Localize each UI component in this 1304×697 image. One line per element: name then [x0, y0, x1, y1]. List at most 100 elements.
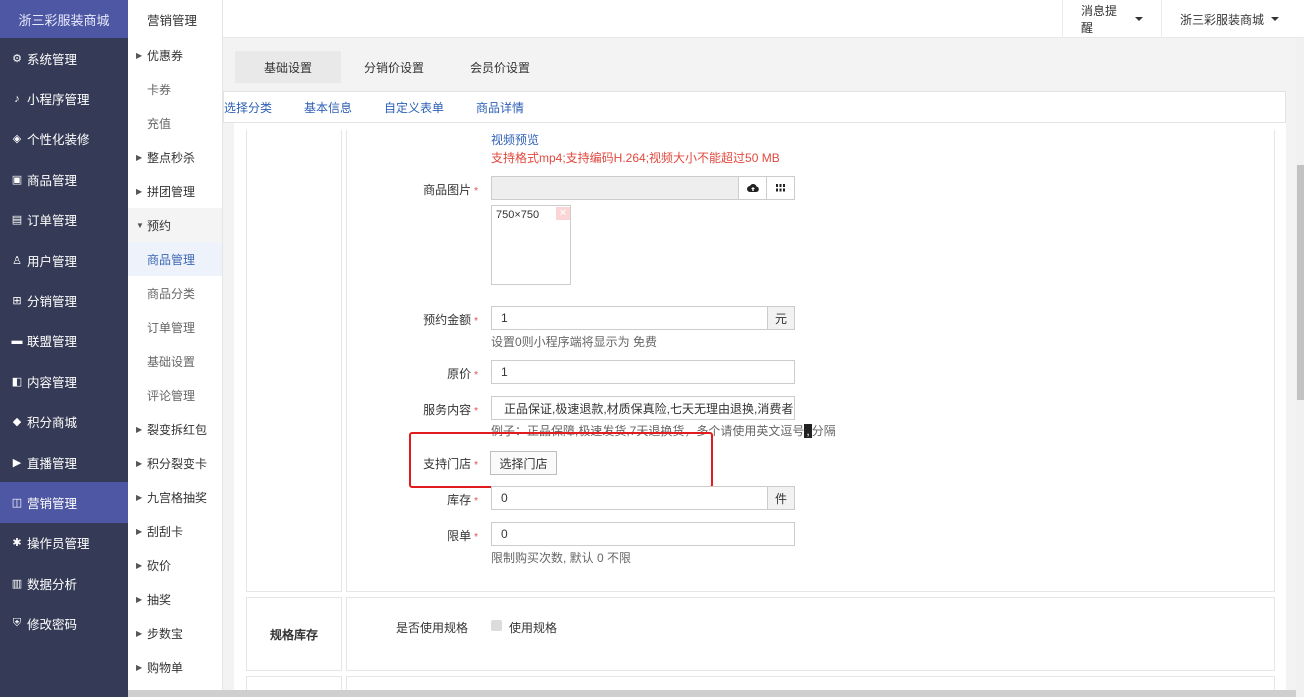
sub-sidebar-item-12[interactable]: ▶ 积分裂变卡 [128, 446, 222, 480]
main-sidebar: 浙三彩服装商城 ⚙ 系统管理 ♪ 小程序管理 ◈ 个性化装修 ▣ 商品管理 ▤ 订单管理 ♙ 用户管理… [0, 0, 128, 697]
caret-right-icon: ▶ [136, 492, 143, 502]
sidebar-item-7[interactable]: ▬ 联盟管理 [0, 321, 128, 361]
goods-images-input[interactable] [491, 176, 739, 200]
sub-sidebar-item-17[interactable]: ▶ 步数宝 [128, 616, 222, 650]
sub-sidebar-item-7[interactable]: 商品分类 [128, 276, 222, 310]
sub-sidebar-item-4[interactable]: ▶ 拼团管理 [128, 174, 222, 208]
sidebar-item-label: 数据分析 [27, 577, 78, 592]
sub-sidebar-item-9[interactable]: 基础设置 [128, 344, 222, 378]
sub-sidebar-item-15[interactable]: ▶ 砍价 [128, 548, 222, 582]
sidebar-item-4[interactable]: ▤ 订单管理 [0, 200, 128, 240]
sub-sidebar-menu: ▶ 优惠券 卡券 充值 ▶ 整点秒杀 ▶ 拼团管理 ▼ 预约 商品管理 商品分类 订单管理 基础设置 评论管… [128, 38, 222, 684]
shop-dropdown[interactable]: 浙三彩服装商城 [1161, 0, 1304, 38]
sub-sidebar-item-label: 裂变拆红包 [147, 422, 208, 437]
sub-sidebar-item-label: 整点秒杀 [147, 150, 196, 165]
deposit-input[interactable]: 1 [491, 306, 768, 330]
stock-input[interactable]: 0 [491, 486, 768, 510]
sub-sidebar-item-5[interactable]: ▼ 预约 [128, 208, 222, 242]
sub-sidebar-item-8[interactable]: 订单管理 [128, 310, 222, 344]
sidebar-item-label: 积分商城 [27, 416, 78, 431]
original-price-input[interactable]: 1 [491, 360, 795, 384]
tab-basic-settings[interactable]: 基础设置 [235, 51, 341, 83]
tab-member-price[interactable]: 会员价设置 [447, 51, 553, 83]
sub-sidebar-item-11[interactable]: ▶ 裂变拆红包 [128, 412, 222, 446]
grid-icon [776, 184, 785, 192]
video-preview-link[interactable]: 视频预览 [491, 131, 539, 148]
select-image-button[interactable] [766, 176, 795, 200]
sidebar-item-label: 订单管理 [27, 214, 78, 229]
sub-sidebar-item-label: 商品分类 [147, 286, 196, 301]
sidebar-item-3[interactable]: ▣ 商品管理 [0, 159, 128, 199]
sub-sidebar-item-18[interactable]: ▶ 购物单 [128, 650, 222, 684]
use-spec-option-label[interactable]: 使用规格 [509, 619, 557, 636]
purchase-limit-input[interactable]: 0 [491, 522, 795, 546]
sidebar-item-11[interactable]: ◫ 营销管理 [0, 482, 128, 523]
sub-sidebar-item-10[interactable]: 评论管理 [128, 378, 222, 412]
sub-sidebar-item-label: 抽奖 [147, 592, 172, 607]
sidebar-item-12[interactable]: ✱ 操作员管理 [0, 523, 128, 563]
sub-sidebar-item-label: 卡券 [147, 82, 172, 97]
sidebar-item-6[interactable]: ⊞ 分销管理 [0, 280, 128, 320]
notifications-dropdown[interactable]: 消息提醒 [1062, 0, 1161, 38]
sub-sidebar-item-label: 刮刮卡 [147, 524, 184, 539]
sub-sidebar-item-label: 购物单 [147, 660, 184, 675]
sub-sidebar: 营销管理 ▶ 优惠券 卡券 充值 ▶ 整点秒杀 ▶ 拼团管理 ▼ 预约 商品管理 商品分类 订单管理 基础… [128, 0, 223, 697]
brand-logo[interactable]: 浙三彩服装商城 [0, 0, 128, 38]
chevron-down-icon [1271, 17, 1280, 21]
sidebar-item-0[interactable]: ⚙ 系统管理 [0, 38, 128, 78]
sidebar-item-1[interactable]: ♪ 小程序管理 [0, 78, 128, 118]
sidebar-item-label: 内容管理 [27, 375, 78, 390]
sub-sidebar-item-13[interactable]: ▶ 九宫格抽奖 [128, 480, 222, 514]
sub-sidebar-item-label: 拼团管理 [147, 184, 196, 199]
sidebar-item-8[interactable]: ◧ 内容管理 [0, 361, 128, 401]
caret-right-icon: ▶ [136, 152, 143, 162]
sidebar-item-label: 用户管理 [27, 254, 78, 269]
anchor-select-category[interactable]: 选择分类 [224, 99, 272, 116]
sidebar-item-5[interactable]: ♙ 用户管理 [0, 240, 128, 280]
sub-sidebar-item-14[interactable]: ▶ 刮刮卡 [128, 514, 222, 548]
sub-sidebar-item-label: 评论管理 [147, 388, 196, 403]
sidebar-item-14[interactable]: ⛨ 修改密码 [0, 603, 128, 643]
box-icon: ◆ [12, 416, 22, 429]
caret-right-icon: ▶ [136, 458, 143, 468]
anchor-basic-info[interactable]: 基本信息 [304, 99, 352, 116]
remove-image-icon[interactable]: ✕ [556, 207, 570, 220]
sidebar-item-label: 小程序管理 [27, 93, 90, 108]
stock-label: 库存 * [447, 493, 478, 507]
tab-distribution-price[interactable]: 分销价设置 [341, 51, 447, 83]
notifications-label: 消息提醒 [1081, 4, 1118, 35]
sidebar-item-9[interactable]: ◆ 积分商城 [0, 402, 128, 442]
sidebar-menu: ⚙ 系统管理 ♪ 小程序管理 ◈ 个性化装修 ▣ 商品管理 ▤ 订单管理 ♙ 用户管理 ⊞ 分销管理 ▬ 联盟… [0, 38, 128, 644]
cog-icon: ✱ [12, 537, 22, 550]
vertical-scrollbar-thumb[interactable] [1297, 165, 1304, 400]
sub-sidebar-item-3[interactable]: ▶ 整点秒杀 [128, 140, 222, 174]
sub-sidebar-item-label: 预约 [147, 218, 172, 233]
sub-sidebar-item-6[interactable]: 商品管理 [128, 242, 222, 276]
top-header: 消息提醒 浙三彩服装商城 [223, 0, 1304, 38]
sidebar-item-label: 系统管理 [27, 52, 78, 67]
sidebar-item-2[interactable]: ◈ 个性化装修 [0, 119, 128, 159]
sidebar-item-10[interactable]: ▶ 直播管理 [0, 442, 128, 482]
link-icon: ♪ [14, 92, 20, 105]
sub-sidebar-item-1[interactable]: 卡券 [128, 72, 222, 106]
spec-section [346, 597, 1275, 671]
anchor-goods-detail[interactable]: 商品详情 [476, 99, 524, 116]
use-spec-checkbox[interactable] [491, 620, 502, 631]
sidebar-item-13[interactable]: ▥ 数据分析 [0, 563, 128, 603]
sub-sidebar-item-0[interactable]: ▶ 优惠券 [128, 38, 222, 72]
service-content-input[interactable]: 正品保证,极速退款,材质保真险,七天无理由退换,消费者 [491, 396, 795, 420]
stock-unit: 件 [767, 486, 795, 510]
service-content-label: 服务内容 * [423, 403, 478, 417]
sidebar-item-label: 联盟管理 [27, 335, 78, 350]
caret-right-icon: ▶ [136, 424, 143, 434]
play-icon: ▶ [12, 456, 22, 469]
sub-sidebar-item-2[interactable]: 充值 [128, 106, 222, 140]
image-size-text: 750×750 [496, 209, 540, 221]
anchor-custom-form[interactable]: 自定义表单 [384, 99, 444, 116]
upload-image-button[interactable] [738, 176, 767, 200]
caret-right-icon: ▶ [136, 50, 143, 60]
goods-form-panel: 视频预览 支持格式mp4;支持编码H.264;视频大小不能超过50 MB 商品图… [234, 123, 1286, 697]
sub-sidebar-item-label: 订单管理 [147, 320, 196, 335]
horizontal-scrollbar-track[interactable] [128, 690, 1296, 697]
sub-sidebar-item-16[interactable]: ▶ 抽奖 [128, 582, 222, 616]
